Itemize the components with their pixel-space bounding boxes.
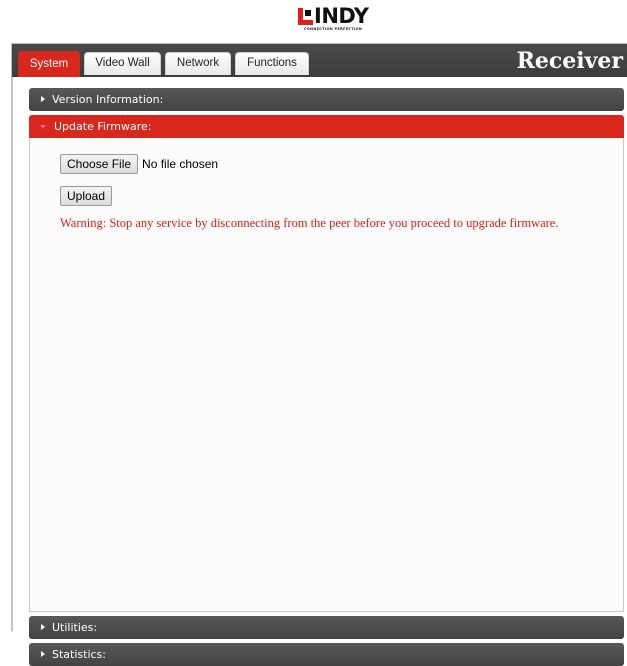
main-window: System Video Wall Network Functions Rece…	[11, 43, 627, 666]
firmware-warning: Warning: Stop any service by disconnecti…	[60, 216, 559, 230]
section-version-information[interactable]: Version Information:	[29, 88, 624, 111]
brand-tagline: CONNECTION PERFECTION	[304, 27, 363, 31]
lindy-l-mark-icon	[298, 7, 313, 25]
file-status: No file chosen	[142, 157, 219, 171]
section-label: Statistics:	[52, 648, 106, 661]
device-title: Receiver	[516, 48, 623, 74]
brand-wordmark: INDY	[298, 5, 369, 27]
chevron-right-icon	[41, 96, 45, 102]
chevron-down-icon	[40, 125, 46, 129]
choose-file-button[interactable]: Choose File	[60, 154, 139, 174]
tab-video-wall[interactable]: Video Wall	[84, 52, 161, 75]
section-utilities[interactable]: Utilities:	[29, 616, 624, 639]
section-update-firmware[interactable]: Update Firmware:	[29, 115, 624, 138]
lindy-logo: INDY CONNECTION PERFECTION	[0, 0, 627, 40]
section-label: Update Firmware:	[54, 120, 152, 133]
section-label: Utilities:	[52, 621, 98, 634]
system-content: Version Information: Update Firmware: Ch…	[12, 77, 627, 666]
tab-functions[interactable]: Functions	[235, 52, 309, 75]
chevron-right-icon	[41, 651, 45, 657]
tab-bar: System Video Wall Network Functions Rece…	[12, 44, 627, 77]
file-picker: Choose File No file chosen	[60, 154, 218, 174]
brand-name: INDY	[314, 4, 369, 28]
tab-network[interactable]: Network	[165, 52, 231, 75]
section-label: Version Information:	[52, 93, 164, 106]
update-firmware-panel: Choose File No file chosen Upload Warnin…	[29, 138, 624, 612]
tab-system[interactable]: System	[18, 51, 80, 77]
chevron-right-icon	[41, 624, 45, 630]
section-statistics[interactable]: Statistics:	[29, 643, 624, 666]
upload-button[interactable]: Upload	[60, 186, 113, 206]
